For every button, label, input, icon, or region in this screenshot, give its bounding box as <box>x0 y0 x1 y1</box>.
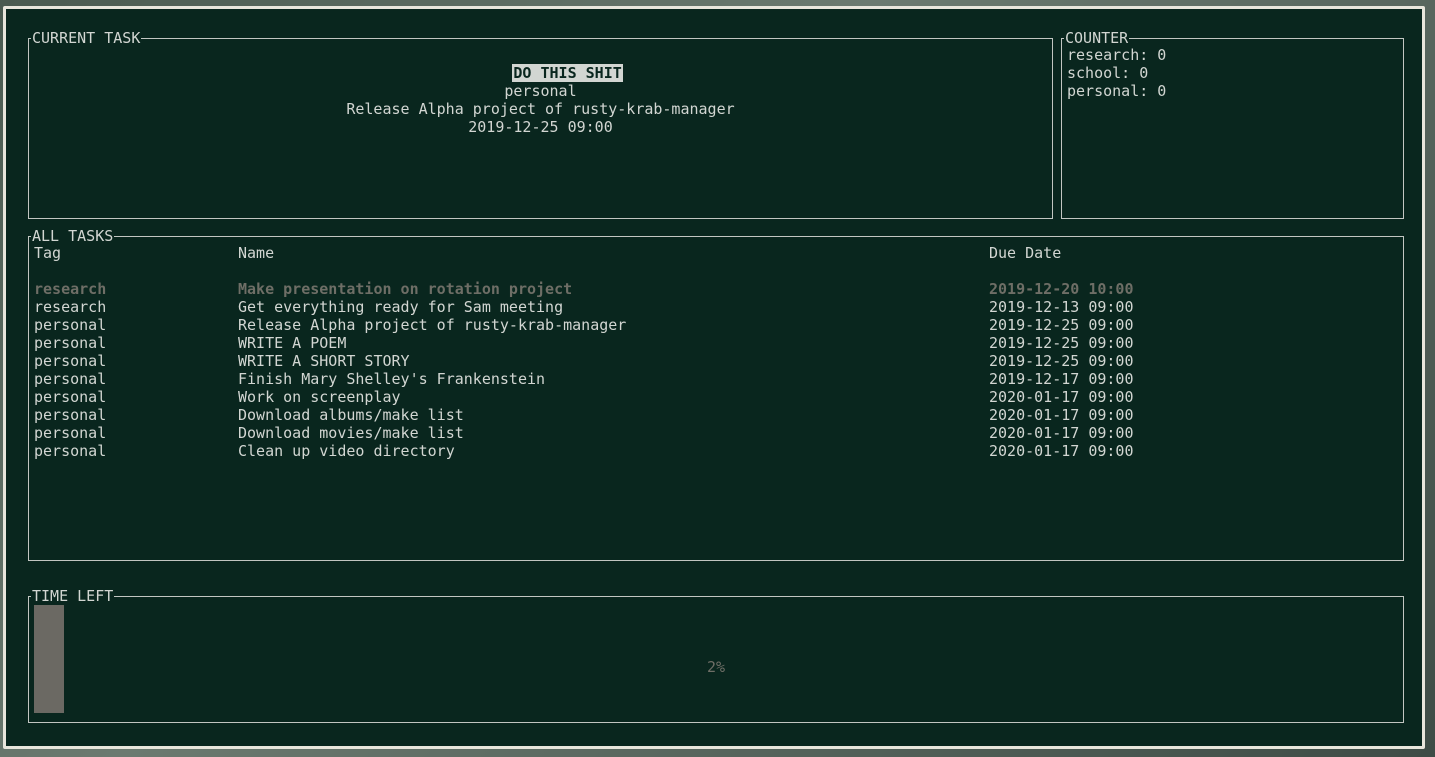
table-header-row: Tag Name Due Date <box>29 244 1403 262</box>
current-task-title: CURRENT TASK <box>31 29 142 47</box>
column-header-name: Name <box>238 244 275 262</box>
task-row[interactable]: research Get everything ready for Sam me… <box>29 298 1403 316</box>
task-tag: personal <box>34 406 107 424</box>
task-tag: personal <box>34 334 107 352</box>
task-name: Work on screenplay <box>238 388 401 406</box>
task-row[interactable]: personal Work on screenplay 2020-01-17 0… <box>29 388 1403 406</box>
task-name: Download movies/make list <box>238 424 464 442</box>
task-due: 2020-01-17 09:00 <box>989 388 1134 406</box>
task-due: 2019-12-25 09:00 <box>989 352 1134 370</box>
task-due: 2020-01-17 09:00 <box>989 406 1134 424</box>
counter-panel: COUNTER research: 0 school: 0 personal: … <box>1061 29 1404 219</box>
task-header-banner: DO THIS SHIT <box>512 64 623 82</box>
task-tag: personal <box>34 352 107 370</box>
task-row[interactable]: personal Clean up video directory 2020-0… <box>29 442 1403 460</box>
task-name: Release Alpha project of rusty-krab-mana… <box>238 316 627 334</box>
counter-personal: personal: 0 <box>1067 82 1167 100</box>
task-name: WRITE A SHORT STORY <box>238 352 410 370</box>
task-tag: research <box>34 298 107 316</box>
task-due: 2019-12-13 09:00 <box>989 298 1134 316</box>
current-task-tag: personal <box>504 82 577 100</box>
counter-research: research: 0 <box>1067 46 1167 64</box>
all-tasks-panel[interactable]: ALL TASKS Tag Name Due Date research Mak… <box>28 227 1404 561</box>
task-due: 2019-12-25 09:00 <box>989 316 1134 334</box>
task-due: 2020-01-17 09:00 <box>989 442 1134 460</box>
current-task-name: Release Alpha project of rusty-krab-mana… <box>346 100 735 118</box>
time-left-percent: 2% <box>706 658 726 676</box>
time-left-panel: TIME LEFT 2% <box>28 587 1404 723</box>
task-row[interactable]: personal Download albums/make list 2020-… <box>29 406 1403 424</box>
current-task-panel: CURRENT TASK DO THIS SHIT personal Relea… <box>28 29 1053 219</box>
task-tag: personal <box>34 316 107 334</box>
task-row[interactable]: personal WRITE A POEM 2019-12-25 09:00 <box>29 334 1403 352</box>
time-left-title: TIME LEFT <box>31 587 115 605</box>
task-tag: research <box>34 280 107 298</box>
current-task-due: 2019-12-25 09:00 <box>468 118 613 136</box>
column-header-tag: Tag <box>34 244 62 262</box>
task-name: Download albums/make list <box>238 406 464 424</box>
task-row[interactable]: personal WRITE A SHORT STORY 2019-12-25 … <box>29 352 1403 370</box>
task-tag: personal <box>34 388 107 406</box>
task-row[interactable]: personal Finish Mary Shelley's Frankenst… <box>29 370 1403 388</box>
counter-title: COUNTER <box>1064 29 1130 47</box>
column-header-due: Due Date <box>989 244 1062 262</box>
all-tasks-title: ALL TASKS <box>31 227 115 245</box>
task-name: Finish Mary Shelley's Frankenstein <box>238 370 546 388</box>
task-row[interactable]: personal Download movies/make list 2020-… <box>29 424 1403 442</box>
task-row[interactable]: personal Release Alpha project of rusty-… <box>29 316 1403 334</box>
task-due: 2019-12-20 10:00 <box>989 280 1134 298</box>
task-row-selected[interactable]: research Make presentation on rotation p… <box>29 280 1403 298</box>
task-name: Clean up video directory <box>238 442 455 460</box>
task-name: WRITE A POEM <box>238 334 347 352</box>
task-tag: personal <box>34 424 107 442</box>
task-due: 2020-01-17 09:00 <box>989 424 1134 442</box>
task-tag: personal <box>34 370 107 388</box>
counter-school: school: 0 <box>1067 64 1149 82</box>
task-tag: personal <box>34 442 107 460</box>
task-name: Make presentation on rotation project <box>238 280 573 298</box>
task-name: Get everything ready for Sam meeting <box>238 298 564 316</box>
terminal-window[interactable]: CURRENT TASK DO THIS SHIT personal Relea… <box>3 6 1425 749</box>
task-due: 2019-12-17 09:00 <box>989 370 1134 388</box>
task-due: 2019-12-25 09:00 <box>989 334 1134 352</box>
